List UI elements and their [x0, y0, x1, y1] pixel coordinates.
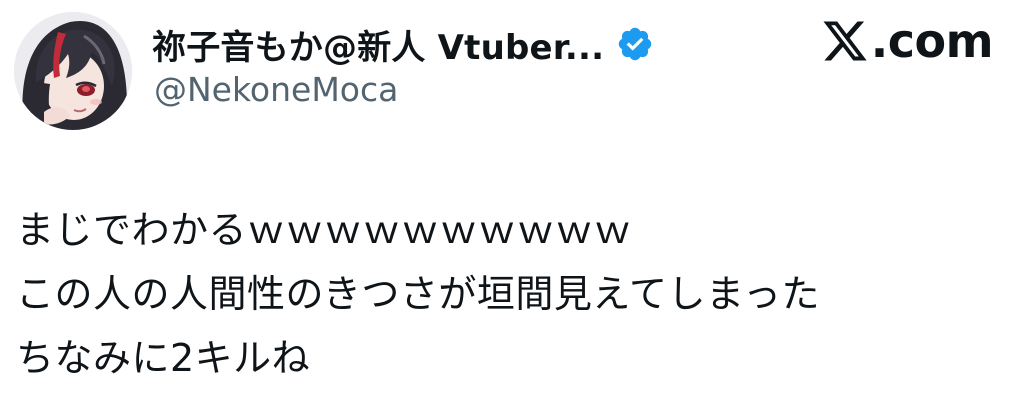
tweet-line: この人の人間性のきつさが垣間見えてしまった	[16, 272, 820, 316]
x-logo-icon	[821, 17, 869, 65]
tweet-card: 祢子音もか@新人 Vtuber... @NekoneMoca .com まじでわ…	[0, 0, 1025, 410]
tweet-line: ちなみに2キルね	[16, 336, 311, 380]
tweet-line: まじでわかるｗｗｗｗｗｗｗｗｗｗ	[16, 208, 633, 252]
avatar-illustration	[14, 12, 132, 130]
brand-domain-label: .com	[870, 14, 994, 68]
avatar[interactable]	[14, 12, 132, 130]
author-handle[interactable]: @NekoneMoca	[154, 70, 398, 109]
tweet-text: まじでわかるｗｗｗｗｗｗｗｗｗｗ この人の人間性のきつさが垣間見えてしまった ち…	[16, 198, 1006, 390]
author-name-row[interactable]: 祢子音もか@新人 Vtuber...	[152, 20, 654, 68]
verified-badge-icon	[616, 25, 654, 63]
brand-logo: .com	[821, 14, 994, 68]
author-display-name[interactable]: 祢子音もか@新人 Vtuber...	[152, 20, 604, 69]
